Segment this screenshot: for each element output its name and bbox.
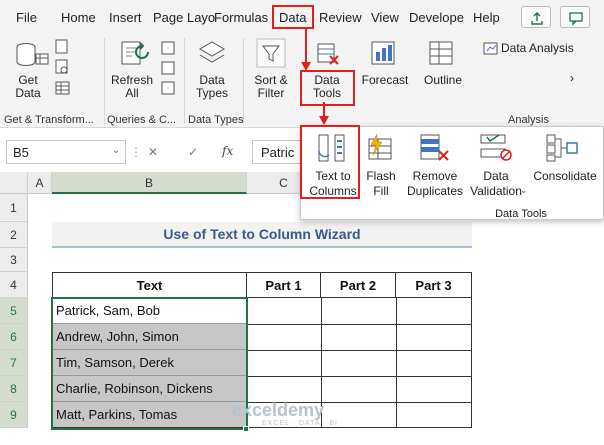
get-data-button[interactable]: Get Data [8,74,48,100]
row-header-4[interactable]: 4 [0,272,28,298]
selection-range [51,297,248,430]
row-header-6[interactable]: 6 [0,324,28,350]
consolidate-button[interactable]: Consolidate [529,169,601,184]
outline-icon [429,41,453,65]
menu-review[interactable]: Review [319,10,362,25]
name-box-value: B5 [13,145,29,160]
cancel-icon[interactable]: ✕ [148,145,158,159]
chevron-down-icon: ⌄ [520,185,528,195]
dropdown-group-label: Data Tools [495,208,547,220]
data-analysis-icon [483,42,498,55]
share-button[interactable] [521,6,551,28]
filter-icon [256,38,286,68]
menu-developer[interactable]: Develope [409,10,464,25]
header-part-3[interactable]: Part 3 [396,272,472,298]
menu-help[interactable]: Help [473,10,500,25]
source-icons [55,39,70,95]
select-all-corner[interactable] [0,172,28,194]
group-data-types: Data Types [188,114,244,126]
text-to-columns-icon [318,134,345,162]
flash-fill-button[interactable]: Flash Fill [361,169,401,199]
comments-button[interactable] [560,6,590,28]
red-arrows [301,28,329,125]
data-tools-dropdown: Text to Columns Flash Fill Remove Duplic… [300,125,604,220]
menu-view[interactable]: View [371,10,399,25]
forecast-button[interactable]: Forecast [360,74,410,87]
menu-page-layout[interactable]: Page Layo [153,10,215,25]
data-validation-icon [480,134,512,161]
row-header-2[interactable]: 2 [0,222,28,248]
column-header-a[interactable]: A [28,172,52,194]
text-to-columns-button[interactable]: Text to Columns [305,169,361,199]
share-icon [531,12,543,25]
flash-fill-icon [368,133,392,160]
column-header-b[interactable]: B [52,172,247,194]
exceldemy-logo: exceldemy [232,400,325,420]
data-types-button[interactable]: Data Types [188,74,236,100]
outline-button[interactable]: Outline [420,74,466,87]
fill-handle[interactable] [243,426,249,432]
exceldemy-tagline: EXCEL · DATA · BI [262,420,338,427]
header-part-2[interactable]: Part 2 [321,272,396,298]
data-types-icon [199,41,225,63]
more-icon: ⋮ [130,145,142,159]
menu-insert[interactable]: Insert [109,10,142,25]
remove-duplicates-button[interactable]: Remove Duplicates [403,169,467,199]
menu-data[interactable]: Data [279,10,306,25]
refresh-icon [121,41,149,65]
database-icon [16,43,49,66]
header-part-1[interactable]: Part 1 [247,272,321,298]
sort-filter-button[interactable]: Sort & Filter [248,74,294,100]
menu-home[interactable]: Home [61,10,96,25]
query-icons [161,41,175,95]
row-header-7[interactable]: 7 [0,350,28,376]
row-header-3[interactable]: 3 [0,248,28,272]
forecast-icon [371,41,395,65]
group-queries: Queries & C... [107,114,177,126]
menu-file[interactable]: File [16,10,37,25]
menu-formulas[interactable]: Formulas [214,10,268,25]
row-header-1[interactable]: 1 [0,194,28,222]
group-analysis: Analysis [508,114,549,126]
comment-icon [569,12,583,26]
sheet-title[interactable]: Use of Text to Column Wizard [52,222,472,248]
enter-icon[interactable]: ✓ [188,145,198,159]
row-header-9[interactable]: 9 [0,402,28,428]
data-analysis-button[interactable]: Data Analysis [501,42,604,55]
refresh-all-button[interactable]: Refresh All [110,74,154,100]
function-icon[interactable]: fx [222,144,233,158]
name-box[interactable]: B5 ⌄ [6,140,126,164]
row-header-8[interactable]: 8 [0,376,28,402]
row-header-5[interactable]: 5 [0,298,28,324]
chevron-down-icon: ⌄ [111,145,120,156]
consolidate-icon [546,134,578,162]
group-get-transform: Get & Transform... [4,114,94,126]
ribbon-scroll-icon[interactable]: › [566,72,578,85]
header-text[interactable]: Text [52,272,247,298]
remove-duplicates-icon [420,134,449,161]
